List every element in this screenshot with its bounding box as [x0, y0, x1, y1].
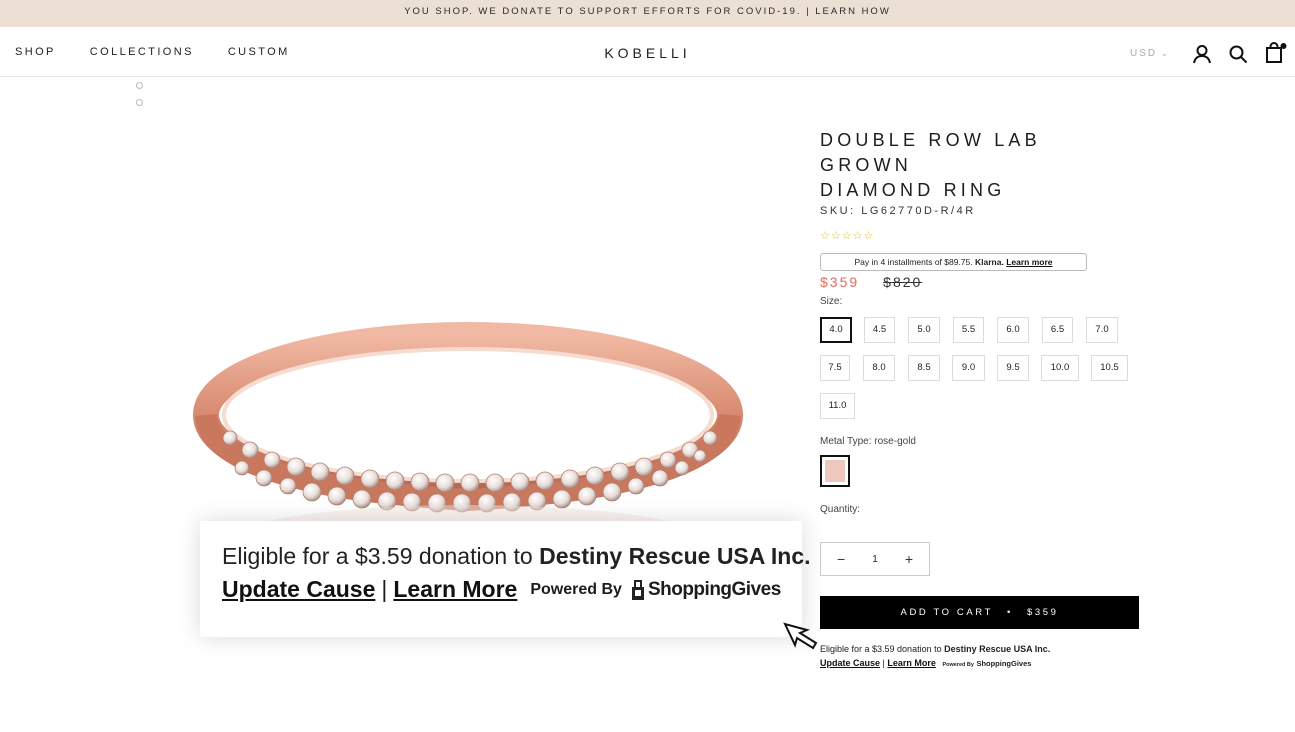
shoppinggives-text: ShoppingGives [647, 578, 781, 600]
learn-more-link-small[interactable]: Learn More [887, 658, 936, 668]
decrease-quantity-button[interactable]: − [837, 551, 845, 567]
size-option[interactable]: 9.5 [997, 355, 1029, 381]
size-option[interactable]: 8.5 [908, 355, 940, 381]
shoppinggives-logo[interactable]: ShoppingGives [630, 579, 781, 601]
size-option[interactable]: 7.5 [820, 355, 850, 381]
cart-separator: • [1007, 607, 1013, 618]
size-option[interactable]: 10.0 [1041, 355, 1079, 381]
size-option[interactable]: 7.0 [1086, 317, 1118, 343]
size-option[interactable]: 5.5 [953, 317, 984, 343]
donation-callout-links: Update Cause | Learn More Powered By Sho… [222, 576, 802, 603]
size-option[interactable]: 9.0 [952, 355, 985, 381]
shoppinggives-icon [631, 579, 644, 600]
pointer-arrow-icon [783, 621, 819, 656]
price-row: $359 $820 [820, 274, 1140, 290]
currency-value: USD [1130, 48, 1158, 59]
nav-custom[interactable]: CUSTOM [228, 46, 290, 58]
donation-widget: Eligible for a $3.59 donation to Destiny… [820, 642, 1140, 672]
compare-price: $820 [883, 274, 923, 290]
donation-org: Destiny Rescue USA Inc. [539, 543, 811, 569]
site-header: SHOP COLLECTIONS CUSTOM KOBELLI USD ⌄ [0, 27, 1295, 77]
gallery-dot[interactable] [136, 82, 143, 89]
update-cause-link-small[interactable]: Update Cause [820, 658, 880, 668]
size-option[interactable]: 11.0 [820, 393, 855, 419]
product-title: DOUBLE ROW LAB GROWN DIAMOND RING [820, 128, 1140, 203]
quantity-label: Quantity: [820, 504, 861, 515]
size-option[interactable]: 6.0 [997, 317, 1029, 343]
shoppinggives-logo-small[interactable]: ShoppingGives [976, 659, 1031, 668]
add-to-cart-button[interactable]: ADD TO CART • $359 [820, 596, 1139, 629]
powered-by-label-small: Powered By [942, 662, 974, 668]
gallery-dot[interactable] [136, 99, 143, 106]
cart-icon[interactable] [1264, 42, 1288, 63]
quantity-stepper: − 1 + [820, 542, 930, 576]
currency-selector[interactable]: USD ⌄ [1130, 48, 1170, 59]
product-title-line-2: DIAMOND RING [820, 180, 1006, 200]
product-details: DOUBLE ROW LAB GROWN DIAMOND RING SKU: L… [820, 128, 1140, 668]
account-icon[interactable] [1192, 44, 1212, 64]
update-cause-link[interactable]: Update Cause [222, 576, 375, 603]
powered-by-label: Powered By [530, 580, 622, 598]
gallery-dots [136, 82, 143, 116]
sale-price: $359 [820, 274, 860, 290]
size-option[interactable]: 5.0 [908, 317, 940, 343]
size-option[interactable]: 4.0 [820, 317, 852, 343]
quantity-value[interactable]: 1 [872, 554, 878, 565]
learn-more-link[interactable]: Learn More [393, 576, 517, 603]
nav-shop[interactable]: SHOP [15, 46, 56, 58]
link-separator: | [381, 576, 388, 602]
klarna-banner: Pay in 4 installments of $89.75. Klarna.… [820, 253, 1087, 271]
donation-org-small: Destiny Rescue USA Inc. [944, 644, 1051, 654]
site-logo[interactable]: KOBELLI [604, 45, 690, 61]
donation-prefix: Eligible for a $3.59 donation to [222, 543, 533, 569]
link-separator-small: | [882, 658, 885, 668]
swatch-color [825, 460, 845, 482]
main-nav: SHOP COLLECTIONS CUSTOM [15, 46, 290, 58]
announcement-bar[interactable]: YOU SHOP. WE DONATE TO SUPPORT EFFORTS F… [0, 0, 1295, 27]
klarna-text: Pay in 4 installments of $89.75. [854, 257, 973, 267]
add-to-cart-price: $359 [1026, 607, 1059, 618]
rating-stars[interactable]: ☆☆☆☆☆ [820, 229, 1140, 243]
size-option[interactable]: 4.5 [864, 317, 895, 343]
product-title-line-1: DOUBLE ROW LAB GROWN [820, 130, 1041, 175]
donation-callout-text: Eligible for a $3.59 donation to Destiny… [222, 543, 811, 570]
size-option[interactable]: 10.5 [1091, 355, 1128, 381]
increase-quantity-button[interactable]: + [905, 551, 913, 567]
metal-swatch-rose-gold[interactable] [820, 455, 850, 487]
klarna-learn-more-link[interactable]: Learn more [1006, 257, 1052, 267]
search-icon[interactable] [1228, 44, 1248, 64]
product-sku: SKU: LG62770D-R/4R [820, 205, 976, 217]
donation-prefix-small: Eligible for a $3.59 donation to [820, 644, 942, 654]
klarna-logo: Klarna. [975, 257, 1004, 267]
size-option[interactable]: 8.0 [863, 355, 895, 381]
size-option[interactable]: 6.5 [1042, 317, 1073, 343]
nav-collections[interactable]: COLLECTIONS [90, 46, 194, 58]
chevron-down-icon: ⌄ [1161, 49, 1170, 58]
add-to-cart-label: ADD TO CART [900, 607, 993, 618]
announcement-text[interactable]: YOU SHOP. WE DONATE TO SUPPORT EFFORTS F… [404, 6, 891, 17]
metal-type-label: Metal Type: rose-gold [820, 436, 916, 447]
donation-callout-zoomed: Eligible for a $3.59 donation to Destiny… [200, 521, 811, 637]
size-label: Size: [820, 296, 843, 307]
